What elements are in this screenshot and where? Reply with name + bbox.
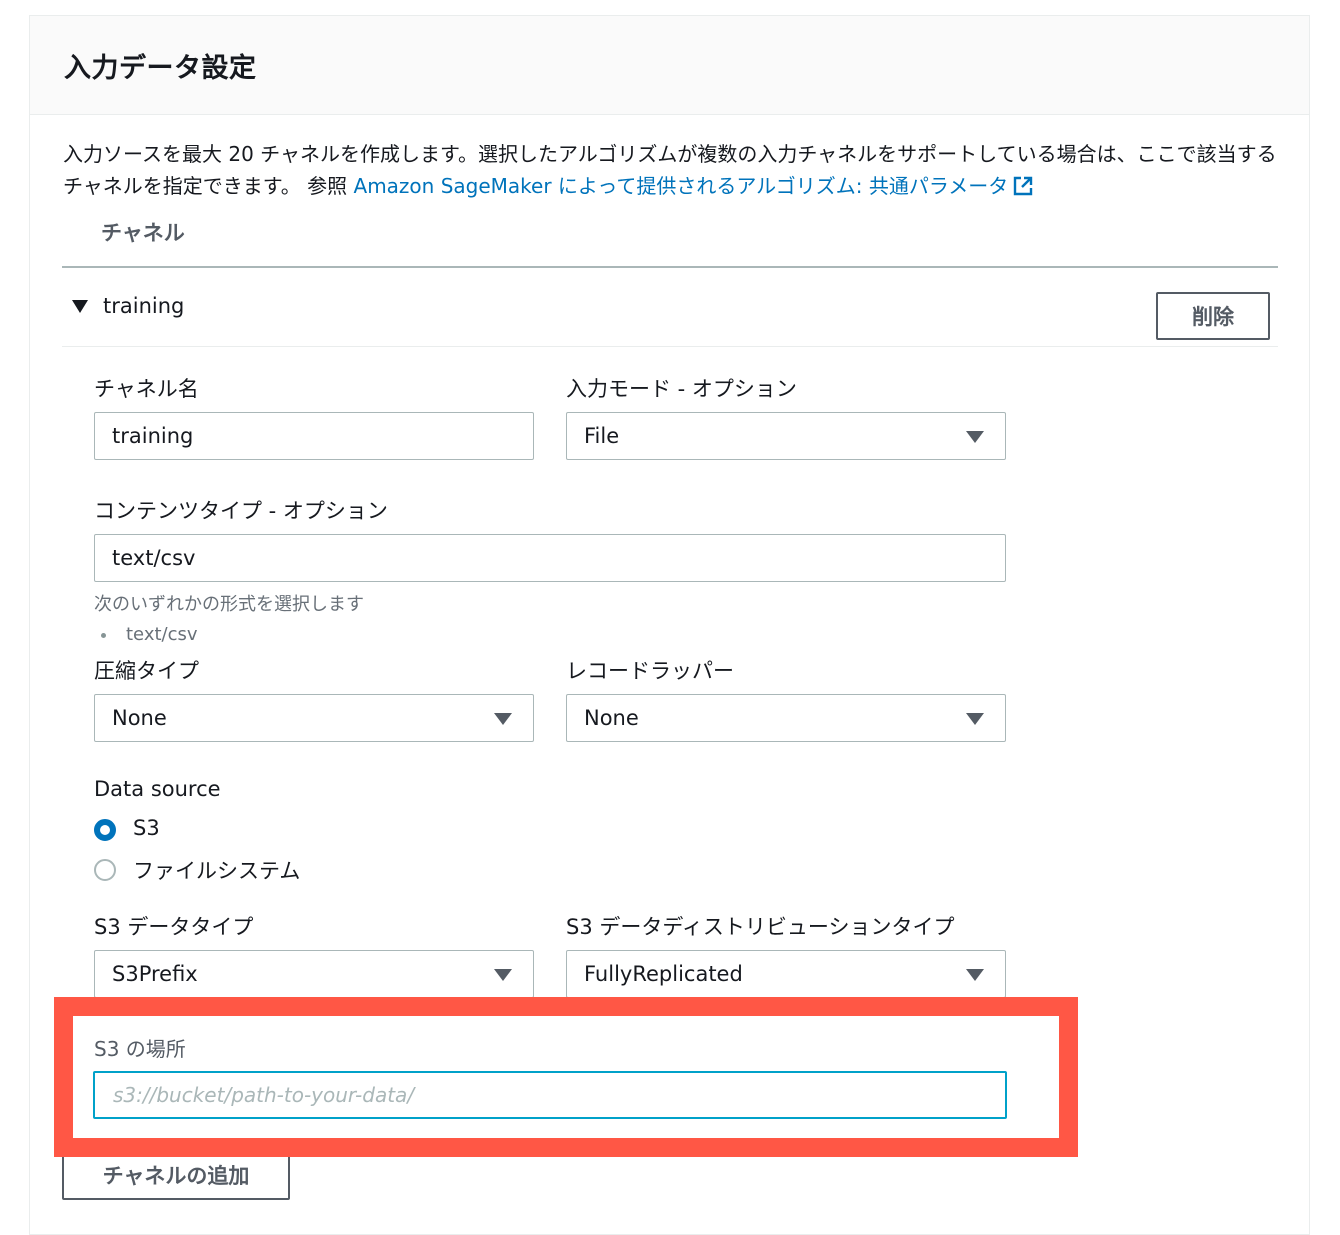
s3-distribution-type-label: S3 データディストリビューションタイプ bbox=[566, 915, 955, 939]
content-type-value: text/csv bbox=[112, 546, 196, 570]
channel-title[interactable]: training bbox=[103, 294, 184, 318]
content-type-label: コンテンツタイプ - オプション bbox=[94, 499, 388, 523]
input-mode-value: File bbox=[584, 424, 620, 448]
record-wrapper-value: None bbox=[584, 706, 639, 730]
bullet-icon bbox=[101, 633, 106, 638]
record-wrapper-select[interactable]: None bbox=[566, 694, 1006, 742]
panel-description: 入力ソースを最大 20 チャネルを作成します。選択したアルゴリズムが複数の入力チ… bbox=[63, 138, 1285, 202]
s3-location-input[interactable]: s3://bucket/path-to-your-data/ bbox=[93, 1071, 1007, 1119]
dropdown-arrow-icon bbox=[494, 969, 512, 981]
delete-channel-button[interactable]: 削除 bbox=[1156, 292, 1270, 340]
add-channel-button[interactable]: チャネルの追加 bbox=[62, 1150, 290, 1200]
algorithms-common-params-link[interactable]: Amazon SageMaker によって提供されるアルゴリズム: 共通パラメー… bbox=[354, 174, 1035, 198]
input-mode-label: 入力モード - オプション bbox=[566, 377, 797, 401]
channel-name-label: チャネル名 bbox=[94, 377, 199, 401]
channels-header: チャネル bbox=[101, 221, 185, 245]
external-link-icon bbox=[1014, 176, 1033, 196]
record-wrapper-label: レコードラッパー bbox=[566, 659, 734, 683]
data-source-option-filesystem[interactable]: ファイルシステム bbox=[133, 855, 300, 885]
dropdown-arrow-icon bbox=[966, 431, 984, 443]
s3-data-type-label: S3 データタイプ bbox=[94, 915, 254, 939]
compression-type-select[interactable]: None bbox=[94, 694, 534, 742]
dropdown-arrow-icon bbox=[966, 713, 984, 725]
channel-divider bbox=[62, 346, 1278, 347]
s3-data-type-value: S3Prefix bbox=[112, 962, 198, 986]
input-mode-select[interactable]: File bbox=[566, 412, 1006, 460]
channel-name-input[interactable]: training bbox=[94, 412, 534, 460]
data-source-radio-filesystem[interactable] bbox=[94, 859, 116, 881]
link-text: Amazon SageMaker によって提供されるアルゴリズム: 共通パラメー… bbox=[353, 174, 1009, 198]
s3-location-label: S3 の場所 bbox=[94, 1037, 186, 1061]
content-type-hint: 次のいずれかの形式を選択します bbox=[94, 594, 364, 615]
compression-type-value: None bbox=[112, 706, 167, 730]
data-source-radio-s3[interactable] bbox=[94, 819, 116, 841]
dropdown-arrow-icon bbox=[494, 713, 512, 725]
data-source-option-s3[interactable]: S3 bbox=[133, 816, 160, 840]
dropdown-arrow-icon bbox=[966, 969, 984, 981]
panel-header: 入力データ設定 bbox=[30, 16, 1309, 115]
s3-data-type-select[interactable]: S3Prefix bbox=[94, 950, 534, 998]
s3-location-placeholder: s3://bucket/path-to-your-data/ bbox=[113, 1083, 415, 1107]
s3-distribution-type-value: FullyReplicated bbox=[584, 962, 743, 986]
channel-name-value: training bbox=[112, 424, 194, 448]
content-type-option: text/csv bbox=[126, 624, 198, 645]
s3-distribution-type-select[interactable]: FullyReplicated bbox=[566, 950, 1006, 998]
channels-divider bbox=[62, 266, 1278, 268]
data-source-label: Data source bbox=[94, 777, 221, 801]
compression-type-label: 圧縮タイプ bbox=[94, 659, 199, 683]
expand-caret-icon[interactable] bbox=[72, 300, 88, 313]
panel-title: 入力データ設定 bbox=[64, 53, 257, 84]
content-type-input[interactable]: text/csv bbox=[94, 534, 1006, 582]
